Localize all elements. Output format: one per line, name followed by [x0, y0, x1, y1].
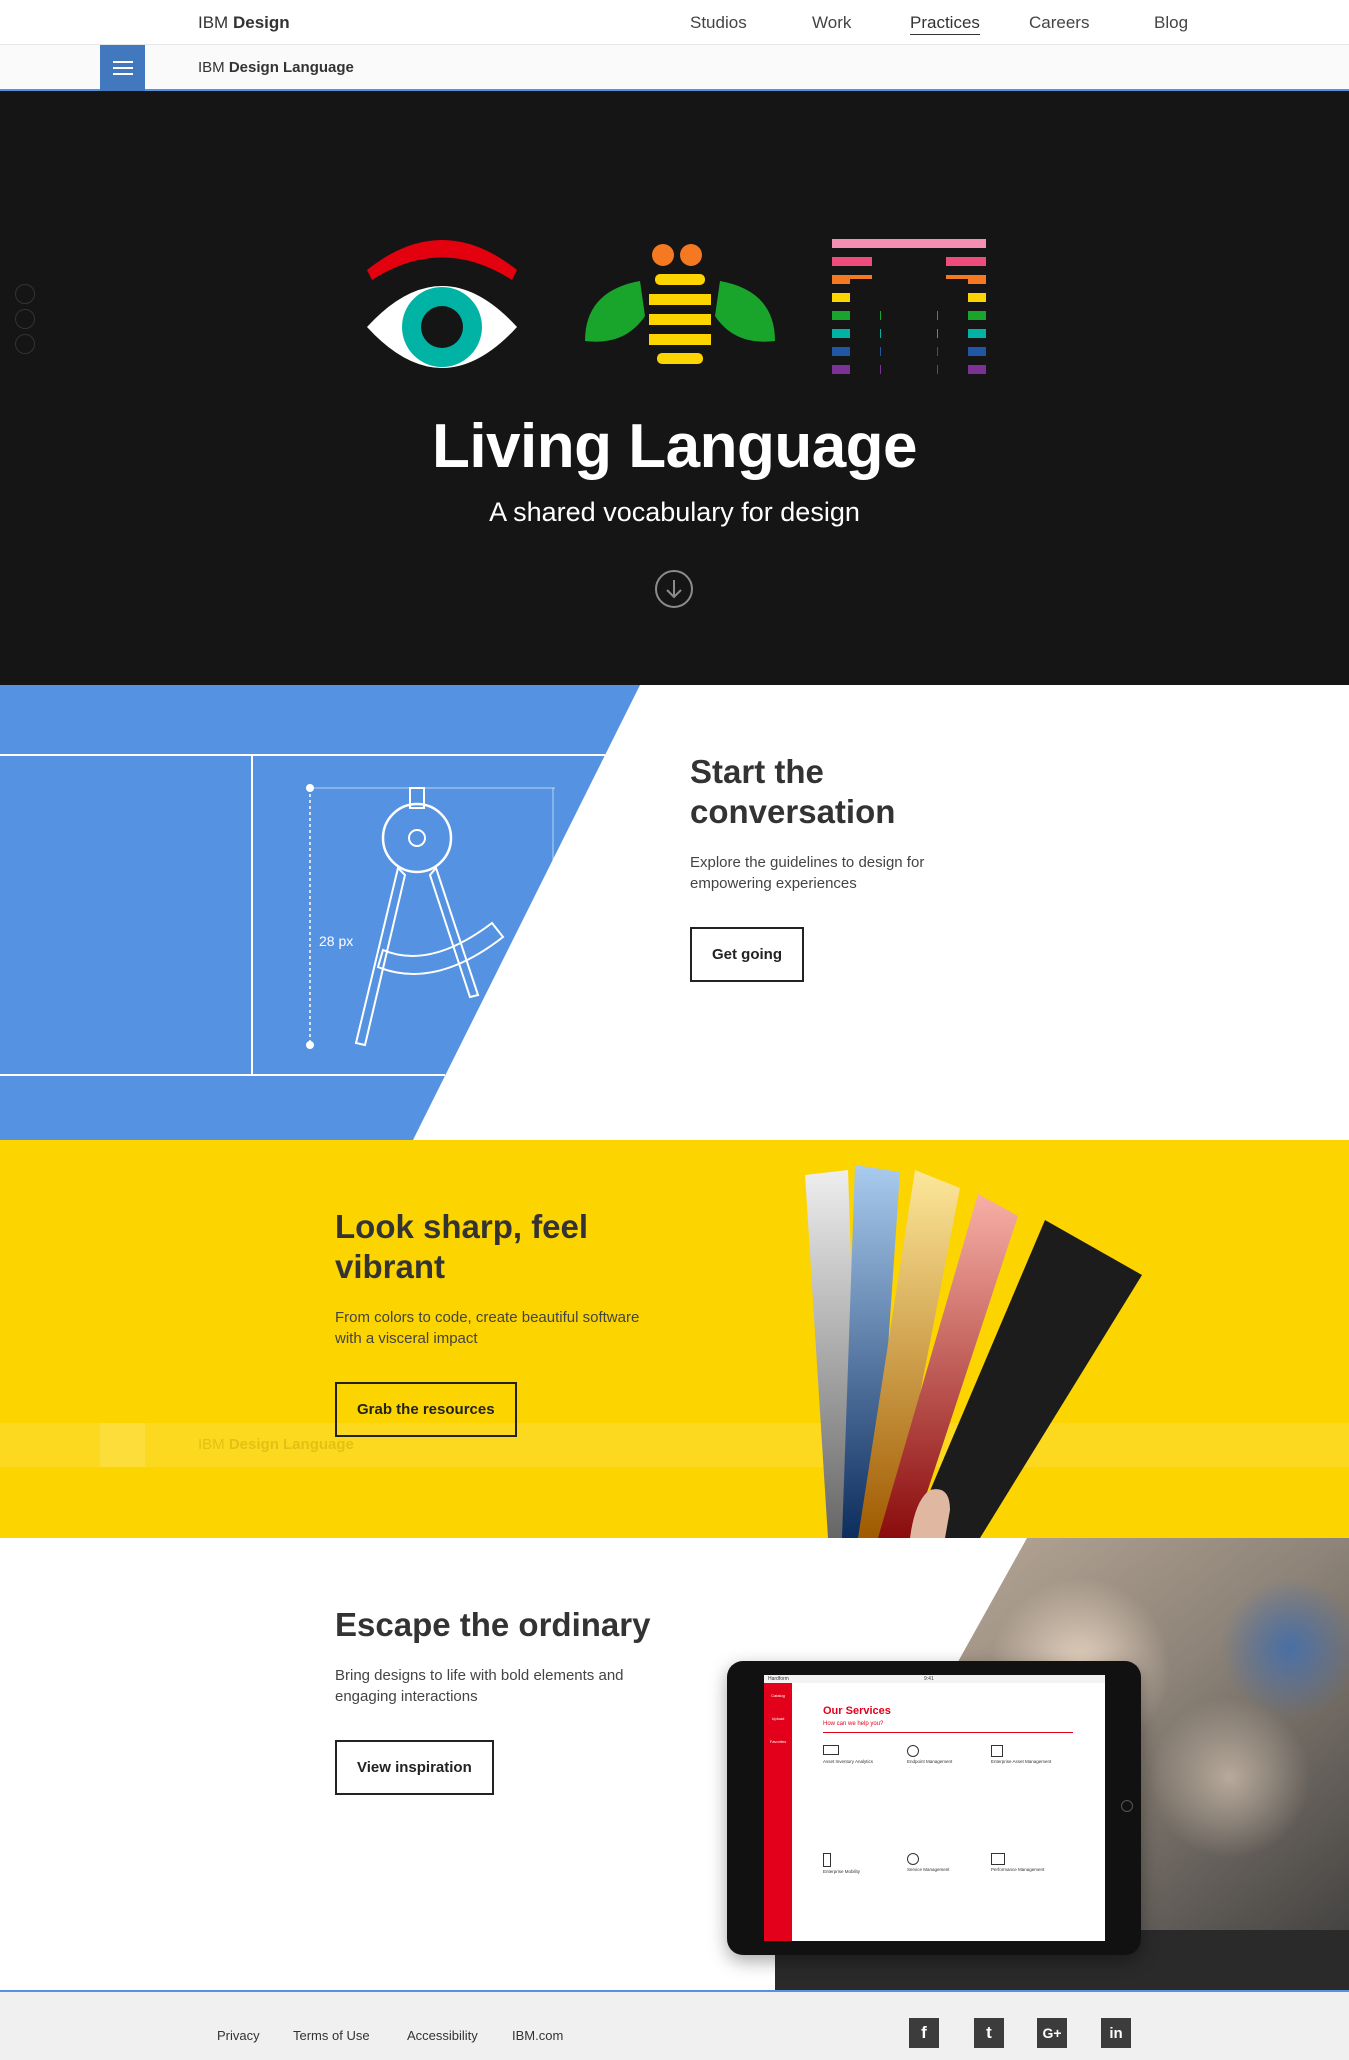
- hero-title: Living Language: [431, 412, 918, 481]
- subnav-title-name: Design Language: [228, 59, 354, 76]
- view-inspiration-button[interactable]: View inspiration: [335, 1740, 494, 1795]
- neutral-face-icon[interactable]: [15, 309, 35, 329]
- site-footer: Privacy Terms of Use Accessibility IBM.c…: [0, 1990, 1349, 2060]
- tablet-sidebar-catalog[interactable]: Catalog: [764, 1693, 792, 1698]
- service-item[interactable]: Service Management: [907, 1853, 987, 1872]
- footer-link-privacy[interactable]: Privacy: [217, 2028, 260, 2043]
- subnav-title-prefix: IBM: [198, 59, 225, 76]
- hero-section: Living Language A shared vocabulary for …: [0, 91, 1349, 685]
- ghost-title-name: Design Language: [228, 1436, 354, 1453]
- compass-blueprint-illustration: [0, 685, 640, 1140]
- twitter-icon[interactable]: t: [974, 2018, 1004, 2048]
- section-title: Start the conversation: [690, 753, 896, 830]
- happy-face-icon[interactable]: [15, 284, 35, 304]
- tablet-sidebar: Catalog Upload Favorites: [764, 1683, 792, 1941]
- status-carrier: Hardform: [768, 1676, 789, 1682]
- hamburger-icon: [112, 61, 133, 75]
- section-title: Escape the ordinary: [335, 1606, 651, 1643]
- section-description: Bring designs to life with bold elements…: [335, 1667, 624, 1705]
- section-description: Explore the guidelines to design for emp…: [690, 854, 925, 892]
- tablet-home-button: [1121, 1800, 1133, 1812]
- m-logo-icon: [832, 239, 986, 377]
- escape-ordinary-content: Escape the ordinary Bring designs to lif…: [335, 1605, 675, 1795]
- secondary-navigation: IBM Design Language: [0, 45, 1349, 91]
- tablet-sidebar-upload[interactable]: Upload: [764, 1716, 792, 1721]
- ghost-hamburger-icon: [100, 1423, 145, 1467]
- nav-link-practices[interactable]: Practices: [910, 13, 980, 35]
- footer-link-terms[interactable]: Terms of Use: [293, 2028, 370, 2043]
- tablet-sidebar-favorites[interactable]: Favorites: [764, 1739, 792, 1744]
- status-time: 9:41: [924, 1676, 934, 1682]
- nav-link-work[interactable]: Work: [812, 13, 851, 33]
- look-sharp-content: Look sharp, feel vibrant From colors to …: [335, 1207, 655, 1437]
- service-item[interactable]: Endpoint Management: [907, 1745, 987, 1764]
- feedback-icons: [15, 284, 37, 359]
- hamburger-menu-button[interactable]: [100, 45, 145, 91]
- ghost-subnav-title: IBM Design Language: [198, 1436, 354, 1453]
- hero-subtitle: A shared vocabulary for design: [489, 497, 860, 527]
- eye-icon: [367, 240, 517, 368]
- service-item[interactable]: Performance Management: [991, 1853, 1081, 1872]
- nav-link-studios[interactable]: Studios: [690, 13, 747, 33]
- scroll-down-arrow-icon[interactable]: [654, 569, 694, 609]
- linkedin-icon[interactable]: in: [1101, 2018, 1131, 2048]
- tablet-mockup: Hardform 9:41 Catalog Upload Favorites O…: [727, 1661, 1141, 1955]
- grab-resources-button[interactable]: Grab the resources: [335, 1382, 517, 1437]
- section-description: From colors to code, create beautiful so…: [335, 1309, 640, 1347]
- facebook-icon[interactable]: f: [909, 2018, 939, 2048]
- art-dimension-label: 28 px: [319, 933, 354, 949]
- footer-link-accessibility[interactable]: Accessibility: [407, 2028, 478, 2043]
- top-navigation: IBM Design Studios Work Practices Career…: [0, 0, 1349, 45]
- google-plus-icon[interactable]: G+: [1037, 2018, 1067, 2048]
- primary-nav: Studios Work Practices Careers Blog: [0, 13, 1349, 37]
- section-title: Look sharp, feel vibrant: [335, 1208, 589, 1285]
- color-swatch-fan-image: [805, 1165, 1142, 1538]
- tablet-heading: Our Services: [823, 1705, 891, 1717]
- nav-link-careers[interactable]: Careers: [1029, 13, 1089, 33]
- start-conversation-content: Start the conversation Explore the guide…: [690, 752, 1010, 982]
- bee-icon: [585, 244, 775, 371]
- start-conversation-section: 28 px Start the conversation Explore the…: [0, 685, 1349, 1140]
- look-sharp-section: IBM Design Language Look sharp, feel vib…: [0, 1140, 1349, 1538]
- footer-link-ibm[interactable]: IBM.com: [512, 2028, 563, 2043]
- service-item[interactable]: Enterprise Asset Management: [991, 1745, 1081, 1764]
- service-item[interactable]: Enterprise Mobility: [823, 1853, 903, 1874]
- subnav-title: IBM Design Language: [198, 59, 354, 76]
- tablet-screen: Hardform 9:41 Catalog Upload Favorites O…: [764, 1675, 1105, 1941]
- service-item[interactable]: Asset Inventory Analytics: [823, 1745, 903, 1764]
- ghost-title-prefix: IBM: [198, 1436, 225, 1453]
- tablet-status-bar: Hardform 9:41: [764, 1675, 1105, 1683]
- escape-ordinary-section: Hardform 9:41 Catalog Upload Favorites O…: [0, 1538, 1349, 1990]
- tablet-search-field[interactable]: How can we help you?: [823, 1721, 1073, 1733]
- get-going-button[interactable]: Get going: [690, 927, 804, 982]
- sad-face-icon[interactable]: [15, 334, 35, 354]
- nav-link-blog[interactable]: Blog: [1154, 13, 1188, 33]
